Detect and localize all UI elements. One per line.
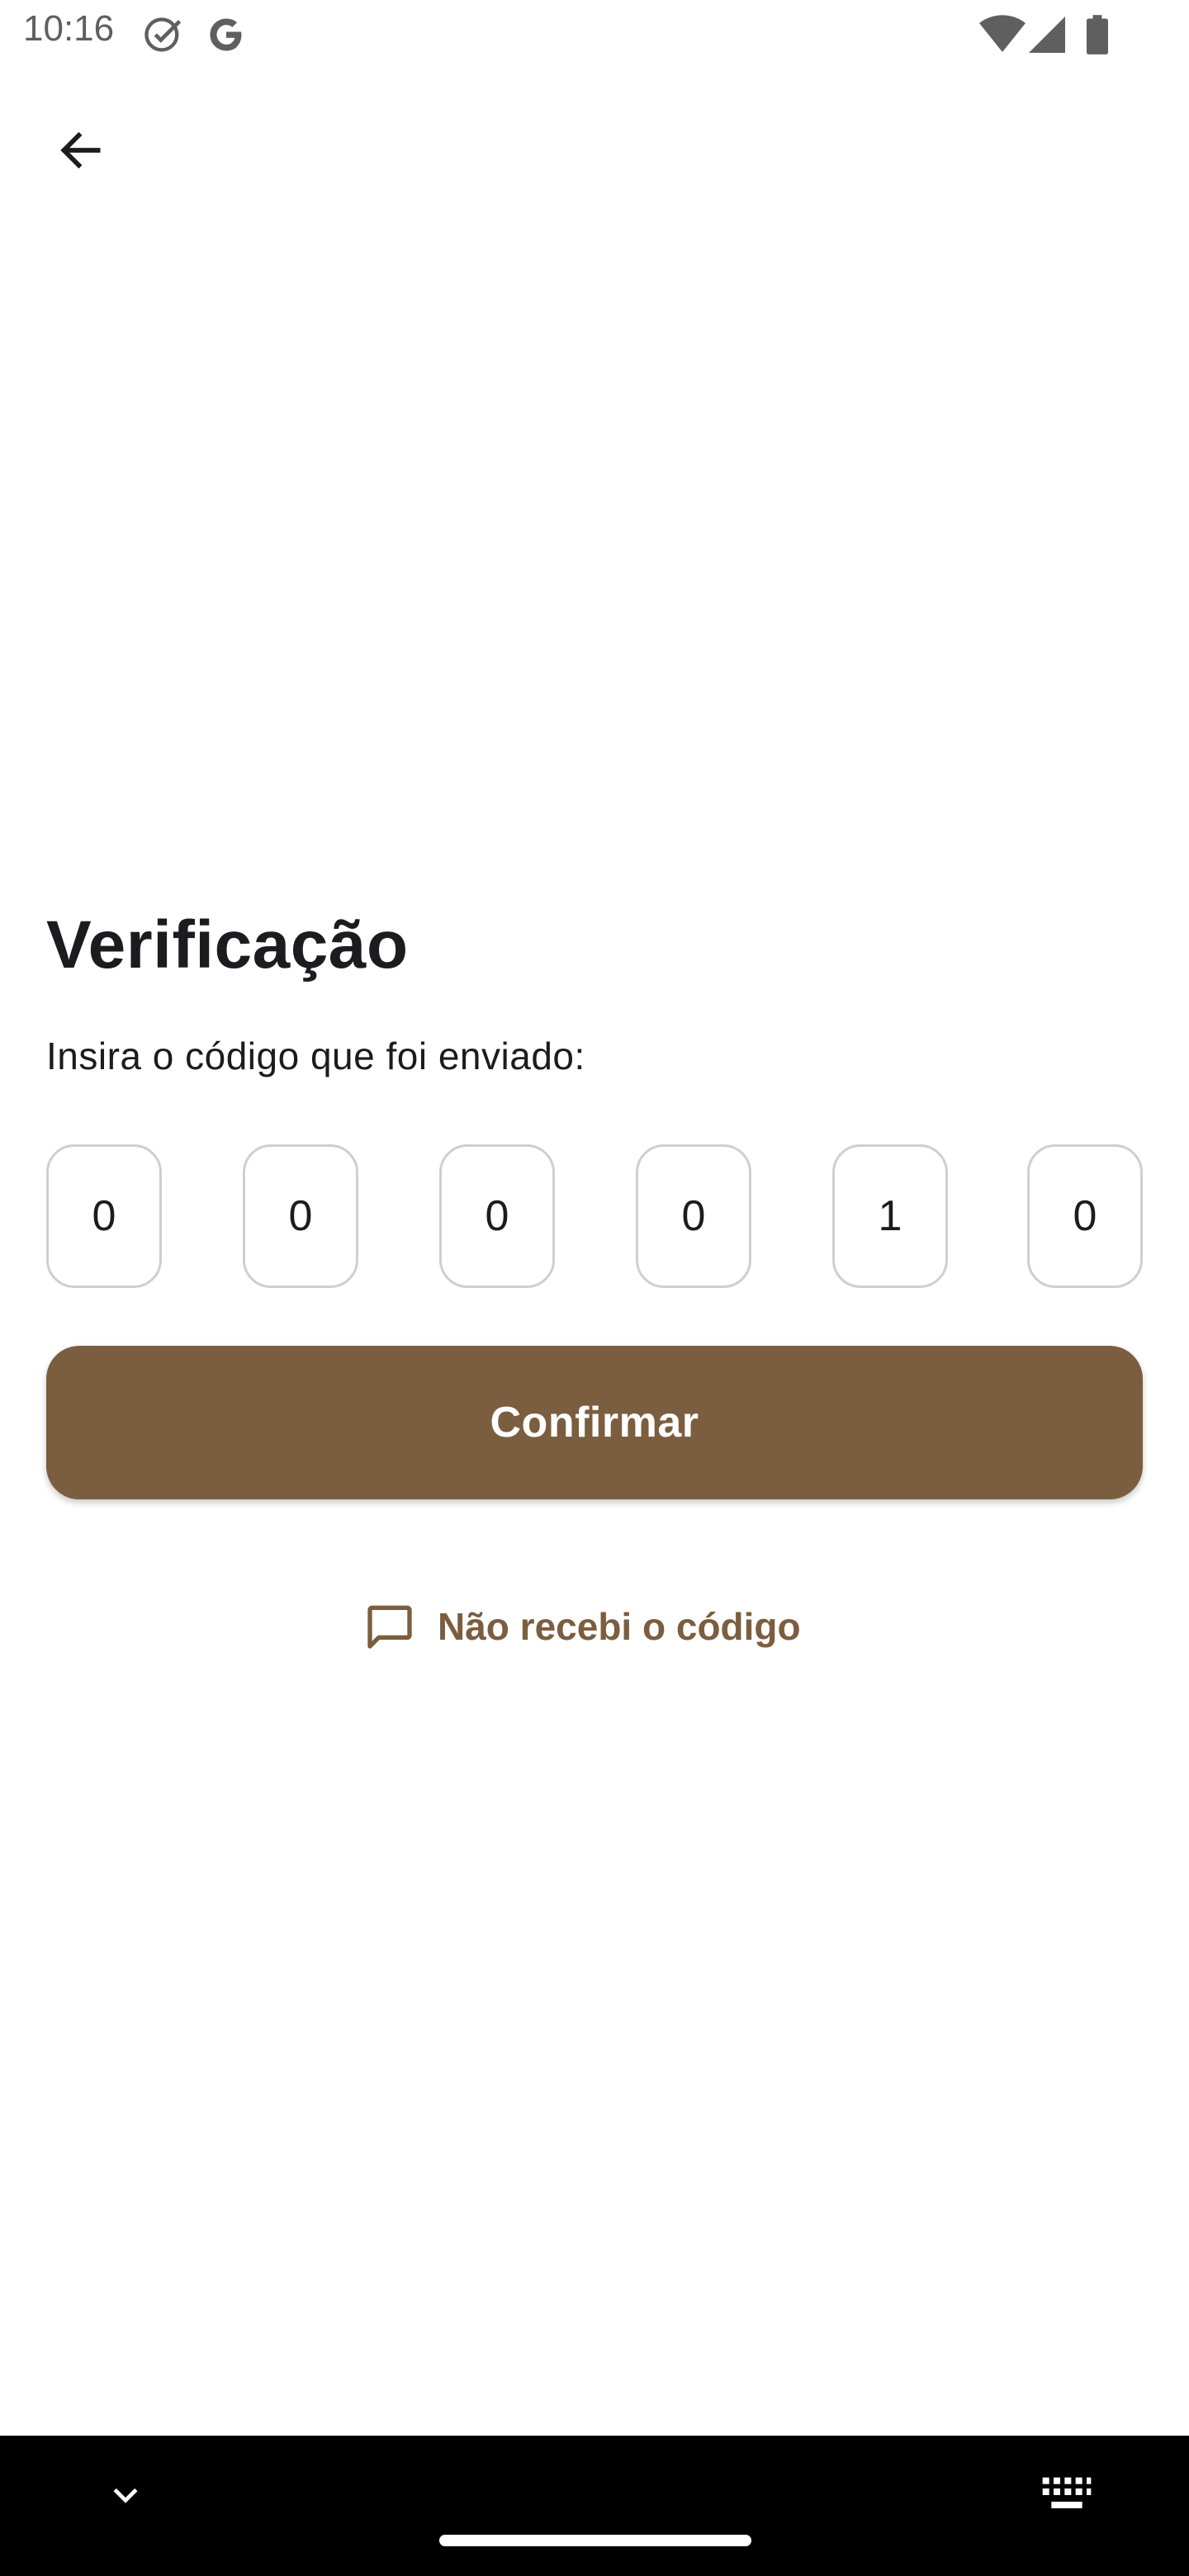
code-digit-3[interactable]: 0 <box>439 1144 555 1288</box>
page-title: Verificação <box>46 907 409 983</box>
resend-code-button[interactable]: Não recebi o código <box>363 1593 801 1660</box>
status-bar: 10:16 <box>0 0 1189 69</box>
back-button[interactable] <box>41 111 121 190</box>
collapse-keyboard-button[interactable] <box>99 2469 152 2522</box>
check-circle-icon <box>144 17 182 52</box>
confirm-button[interactable]: Confirmar <box>46 1346 1143 1499</box>
code-digit-4[interactable]: 0 <box>636 1144 751 1288</box>
battery-icon <box>1087 15 1108 54</box>
navigation-bar <box>0 2436 1189 2576</box>
keyboard-icon[interactable] <box>1040 2472 1093 2518</box>
verification-code-row: 0 0 0 0 1 0 <box>46 1144 1143 1288</box>
status-time: 10:16 <box>23 8 115 49</box>
page-subtitle: Insira o código que foi enviado: <box>46 1035 585 1077</box>
chevron-down-icon <box>113 2488 138 2503</box>
verification-screen: 10:16 Verificação Insira o código que fo… <box>0 0 1189 2576</box>
code-digit-6[interactable]: 0 <box>1027 1144 1143 1288</box>
signal-icon <box>1029 17 1065 53</box>
confirm-button-label: Confirmar <box>490 1399 699 1447</box>
code-digit-1[interactable]: 0 <box>46 1144 162 1288</box>
wifi-icon <box>979 15 1026 52</box>
code-digit-2[interactable]: 0 <box>243 1144 358 1288</box>
code-digit-5[interactable]: 1 <box>832 1144 948 1288</box>
message-icon <box>363 1600 416 1653</box>
google-icon <box>210 18 242 51</box>
resend-code-label: Não recebi o código <box>438 1605 801 1648</box>
home-gesture-handle[interactable] <box>439 2535 751 2546</box>
arrow-left-icon <box>60 131 101 169</box>
